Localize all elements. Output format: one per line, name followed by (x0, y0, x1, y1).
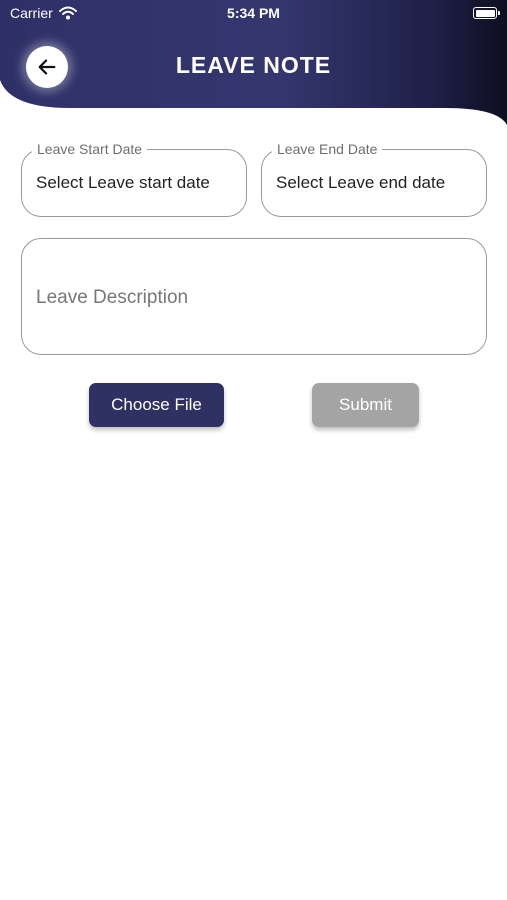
choose-file-button[interactable]: Choose File (89, 383, 224, 427)
end-date-label: Leave End Date (272, 141, 383, 157)
start-date-label: Leave Start Date (32, 141, 148, 157)
battery-icon (473, 7, 500, 19)
leave-description-input[interactable]: Leave Description (21, 238, 487, 355)
start-date-value: Select Leave start date (36, 173, 210, 192)
leave-description-placeholder: Leave Description (36, 287, 189, 308)
submit-button[interactable]: Submit (312, 383, 419, 427)
end-date-value: Select Leave end date (276, 173, 446, 192)
header-curve (0, 80, 507, 140)
status-time: 5:34 PM (227, 5, 280, 21)
status-bar: Carrier 5:34 PM (0, 0, 507, 28)
page-title: LEAVE NOTE (175, 52, 332, 78)
end-date-field[interactable]: Leave End Date Select Leave end date (261, 141, 487, 217)
start-date-field[interactable]: Leave Start Date Select Leave start date (21, 141, 247, 217)
